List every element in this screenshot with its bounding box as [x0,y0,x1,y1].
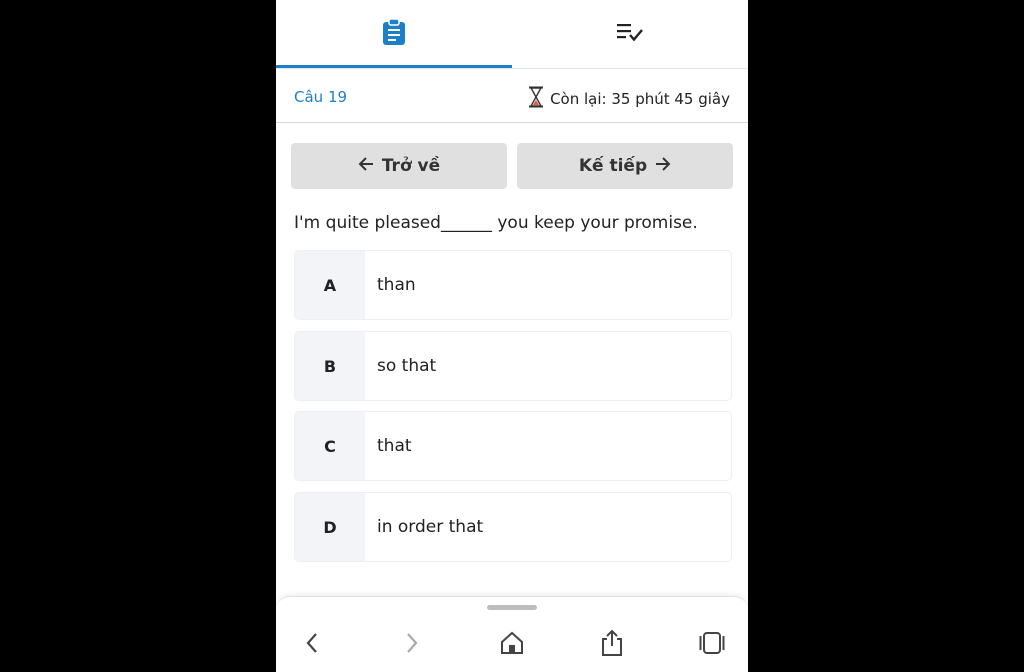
option-letter: D [295,493,365,561]
timer-text: Còn lại: 35 phút 45 giây [550,90,730,108]
option-text: that [377,436,412,456]
option-letter: B [295,332,365,400]
option-letter: A [295,251,365,319]
app-screen: Câu 19 Còn lại: 35 phút 45 giây Trở về K… [276,0,748,672]
arrow-right-icon [655,156,671,176]
list-check-icon [616,21,644,47]
browser-home-button[interactable] [492,629,532,661]
next-button[interactable]: Kế tiếp [517,143,733,189]
browser-back-button[interactable] [292,629,332,661]
clipboard-icon [381,18,407,50]
option-b[interactable]: B so that [294,331,732,401]
browser-tabs-button[interactable] [692,629,732,661]
tab-question-list[interactable] [512,0,748,68]
arrow-left-icon [358,156,374,176]
option-a[interactable]: A than [294,250,732,320]
share-icon [600,629,624,661]
timer: Còn lại: 35 phút 45 giây [528,86,730,112]
tab-exam[interactable] [276,0,512,68]
browser-toolbar [276,596,748,672]
back-arrow-icon [305,632,319,658]
forward-arrow-icon [405,632,419,658]
tabs-icon [699,631,725,659]
browser-forward-button[interactable] [392,629,432,661]
option-c[interactable]: C that [294,411,732,481]
next-button-label: Kế tiếp [578,156,648,176]
option-text: than [377,275,416,295]
option-letter: C [295,412,365,480]
option-d[interactable]: D in order that [294,492,732,562]
question-number: Câu 19 [294,88,348,106]
tab-bar [276,0,748,69]
question-text: I'm quite pleased______ you keep your pr… [294,213,698,233]
home-icon [500,631,524,659]
option-text: so that [377,356,437,376]
back-button-label: Trở về [381,156,441,176]
browser-share-button[interactable] [592,629,632,661]
drag-handle[interactable] [487,605,537,610]
option-text: in order that [377,517,484,537]
hourglass-icon [528,86,544,112]
back-button[interactable]: Trở về [291,143,507,189]
